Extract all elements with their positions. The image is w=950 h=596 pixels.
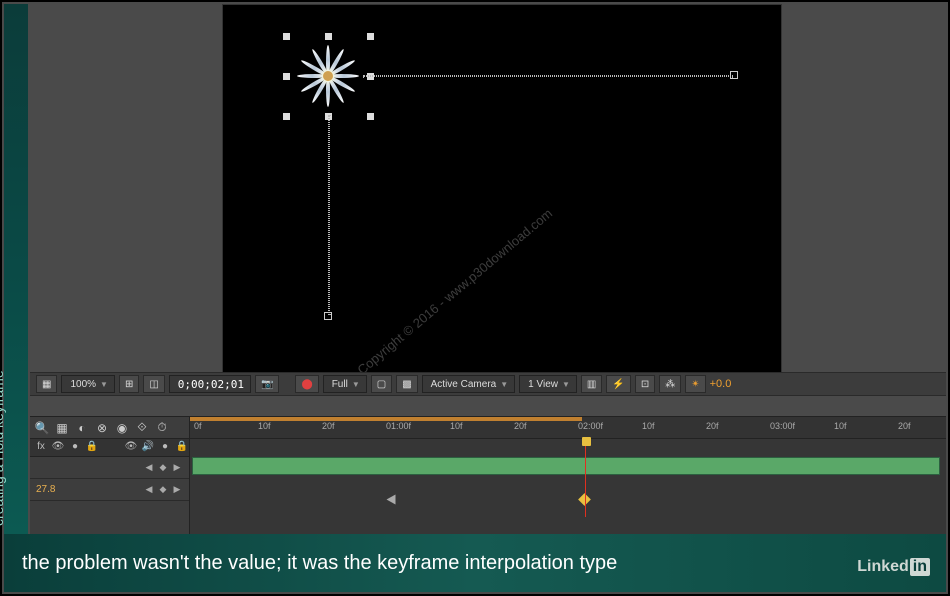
chevron-down-icon: ▼ [100, 380, 108, 389]
chevron-down-icon: ▼ [500, 380, 508, 389]
ruler-tick: 01:00f [386, 421, 411, 431]
exposure-value[interactable]: +0.0 [710, 378, 732, 390]
safe-zones-icon[interactable]: ⊞ [119, 375, 139, 393]
motion-path-horizontal [363, 75, 733, 77]
tracks-area[interactable] [190, 439, 946, 517]
chevron-down-icon: ▼ [562, 380, 570, 389]
grid-icon[interactable]: ▦ [36, 375, 57, 393]
transform-handle[interactable] [283, 33, 290, 40]
lesson-title-text: creating a Hold keyframe [0, 370, 6, 526]
ruler-tick: 03:00f [770, 421, 795, 431]
fast-preview-icon[interactable]: ⚡ [606, 375, 630, 393]
property-value[interactable]: 27.8 [36, 484, 55, 495]
timecode-display[interactable]: 0;00;02;01 [169, 375, 251, 393]
next-keyframe-icon[interactable]: ▶ [171, 484, 183, 496]
audio-col-icon[interactable]: 🔊 [141, 441, 155, 455]
fx-col-icon[interactable]: fx [34, 441, 48, 455]
ruler-tick: 20f [322, 421, 335, 431]
motion-keyframe-marker[interactable] [730, 71, 738, 79]
snapshot-icon[interactable]: 📷 [255, 375, 279, 393]
hold-keyframe-icon[interactable] [387, 495, 396, 505]
av-col-icon[interactable]: 👁 [124, 441, 138, 455]
chevron-down-icon: ▼ [352, 380, 360, 389]
composition-canvas[interactable] [222, 4, 782, 374]
exposure-icon[interactable]: ✴ [685, 375, 705, 393]
transform-handle[interactable] [367, 33, 374, 40]
transparency-grid-icon[interactable]: ▩ [396, 375, 417, 393]
current-time-indicator[interactable] [585, 439, 586, 517]
zoom-select[interactable]: 100%▼ [61, 375, 115, 393]
timeline-panel: 🔍 ▦ ◐ ⊗ ◉ ⟐ ⏱ fx 👁 ● 🔒 👁 🔊 ● 🔒 ◀ ◆ ▶ [30, 416, 946, 536]
ruler-tick: 10f [450, 421, 463, 431]
ruler-tick: 20f [514, 421, 527, 431]
transform-handle[interactable] [325, 33, 332, 40]
time-ruler[interactable]: 0f 10f 20f 01:00f 10f 20f 02:00f 10f 20f… [190, 417, 946, 439]
shy-icon[interactable]: ◐ [74, 420, 90, 436]
viewer-toolbar: ▦ 100%▼ ⊞ ◫ 0;00;02;01 📷 ⬤ Full▼ ▢ ▩ Act… [30, 372, 946, 396]
ruler-tick: 20f [706, 421, 719, 431]
solo-col-icon[interactable]: ● [68, 441, 82, 455]
comp-mini-icon[interactable]: ▦ [54, 420, 70, 436]
timeline-tracks-pane[interactable]: 0f 10f 20f 01:00f 10f 20f 02:00f 10f 20f… [190, 417, 946, 536]
layer-row[interactable]: ◀ ◆ ▶ [30, 457, 189, 479]
brainstorm-icon[interactable]: ⏱ [154, 420, 170, 436]
ruler-tick: 10f [642, 421, 655, 431]
timeline-column-headers: fx 👁 ● 🔒 👁 🔊 ● 🔒 [30, 439, 189, 457]
caption-bar: the problem wasn't the value; it was the… [4, 534, 946, 592]
transform-handle[interactable] [367, 113, 374, 120]
next-keyframe-icon[interactable]: ▶ [171, 462, 183, 474]
transform-handle[interactable] [283, 113, 290, 120]
search-icon[interactable]: 🔍 [34, 420, 50, 436]
timeline-toolbar: 🔍 ▦ ◐ ⊗ ◉ ⟐ ⏱ [30, 417, 189, 439]
pixel-aspect-icon[interactable]: ▥ [581, 375, 602, 393]
ruler-tick: 10f [258, 421, 271, 431]
transform-handle[interactable] [283, 73, 290, 80]
eye-col-icon[interactable]: 👁 [51, 441, 65, 455]
lock-col-icon[interactable]: 🔒 [85, 441, 99, 455]
lock2-col-icon[interactable]: 🔒 [175, 441, 189, 455]
frame-blend-icon[interactable]: ⊗ [94, 420, 110, 436]
graph-editor-icon[interactable]: ⟐ [134, 420, 150, 436]
lesson-title-strip: creating a Hold keyframe [4, 4, 28, 536]
add-keyframe-icon[interactable]: ◆ [157, 462, 169, 474]
motion-path-vertical [328, 115, 330, 315]
ruler-tick: 10f [834, 421, 847, 431]
prev-keyframe-icon[interactable]: ◀ [143, 484, 155, 496]
camera-select[interactable]: Active Camera▼ [422, 375, 516, 393]
ruler-tick: 02:00f [578, 421, 603, 431]
ruler-tick: 0f [194, 421, 202, 431]
add-keyframe-icon[interactable]: ◆ [157, 484, 169, 496]
layer-duration-bar[interactable] [192, 457, 940, 475]
roi-icon[interactable]: ▢ [371, 375, 392, 393]
solo2-col-icon[interactable]: ● [158, 441, 172, 455]
prev-keyframe-icon[interactable]: ◀ [143, 462, 155, 474]
flowchart-icon[interactable]: ⁂ [659, 375, 681, 393]
linkedin-logo: Linkedin [857, 558, 930, 576]
timeline-left-pane: 🔍 ▦ ◐ ⊗ ◉ ⟐ ⏱ fx 👁 ● 🔒 👁 🔊 ● 🔒 ◀ ◆ ▶ [30, 417, 190, 536]
channel-icon[interactable]: ⬤ [295, 375, 318, 393]
property-row[interactable]: 27.8 ◀ ◆ ▶ [30, 479, 189, 501]
cti-grip[interactable] [582, 437, 591, 446]
motion-blur-icon[interactable]: ◉ [114, 420, 130, 436]
views-select[interactable]: 1 View▼ [519, 375, 577, 393]
composition-viewer: Copyright © 2016 - www.p30download.com ▦… [30, 4, 946, 416]
flower-layer[interactable] [293, 41, 363, 111]
mask-toggle-icon[interactable]: ◫ [143, 375, 164, 393]
caption-text: the problem wasn't the value; it was the… [22, 552, 617, 575]
resolution-select[interactable]: Full▼ [323, 375, 367, 393]
ruler-tick: 20f [898, 421, 911, 431]
timeline-icon[interactable]: ⊡ [635, 375, 655, 393]
flower-center [323, 71, 333, 81]
motion-keyframe-marker[interactable] [324, 312, 332, 320]
